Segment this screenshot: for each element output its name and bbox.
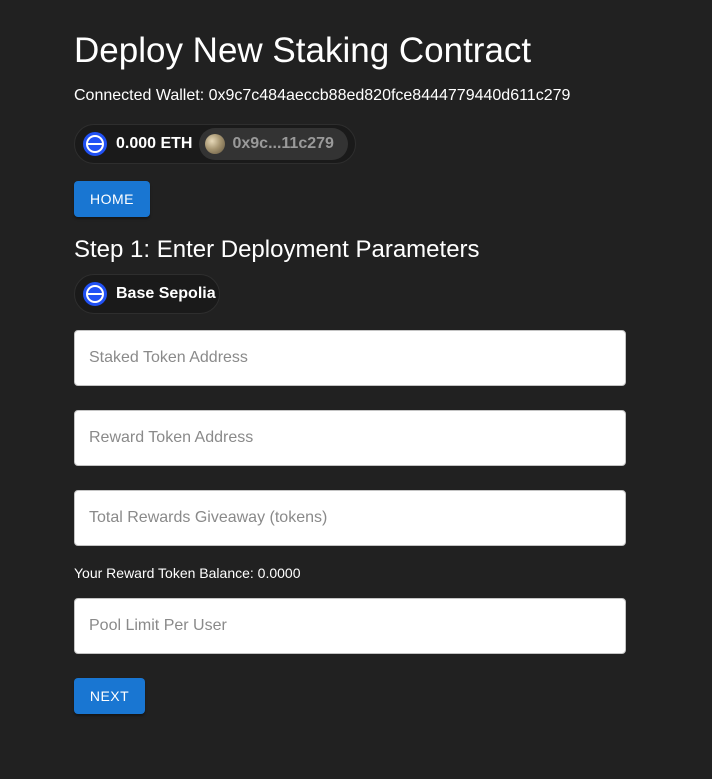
- eth-balance: 0.000 ETH: [116, 135, 193, 152]
- network-label: Base Sepolia: [116, 285, 216, 302]
- network-selector-button[interactable]: Base Sepolia: [74, 274, 220, 314]
- step-title: Step 1: Enter Deployment Parameters: [74, 236, 480, 263]
- account-address-button[interactable]: 0x9c...11c279: [199, 128, 348, 160]
- chain-balance-button[interactable]: 0.000 ETH: [75, 125, 192, 163]
- wallet-avatar-icon: [205, 134, 226, 154]
- reward-token-address-input[interactable]: [74, 410, 626, 466]
- base-chain-icon: [83, 282, 107, 306]
- wallet-account-pill: 0.000 ETH 0x9c...11c279: [74, 124, 356, 164]
- reward-token-balance: Your Reward Token Balance: 0.0000: [74, 565, 301, 581]
- base-chain-icon: [83, 132, 107, 156]
- next-button[interactable]: NEXT: [74, 678, 145, 714]
- account-address: 0x9c...11c279: [232, 135, 334, 152]
- staked-token-address-input[interactable]: [74, 330, 626, 386]
- total-rewards-input[interactable]: [74, 490, 626, 546]
- home-button[interactable]: HOME: [74, 181, 150, 217]
- page-title: Deploy New Staking Contract: [74, 31, 532, 70]
- pool-limit-input[interactable]: [74, 598, 626, 654]
- connected-wallet-label: Connected Wallet: 0x9c7c484aeccb88ed820f…: [74, 87, 571, 104]
